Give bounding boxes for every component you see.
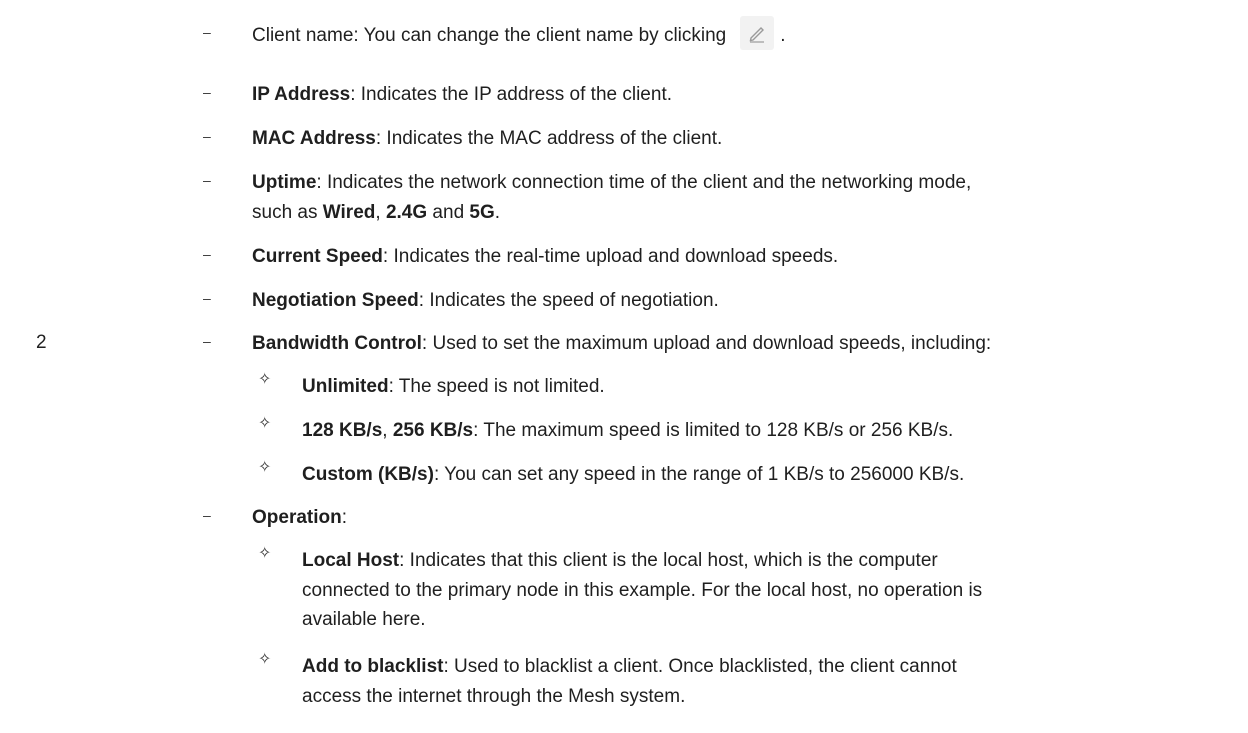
item-uptime-line2: such as Wired, 2.4G and 5G. [252,200,500,226]
ip-address-term: IP Address [252,84,351,105]
negotiation-speed-term: Negotiation Speed [252,290,419,311]
document-page: 2 – Client name: You can change the clie… [0,0,1248,733]
custom-desc: : You can set any speed in the range of … [433,464,965,485]
negotiation-speed-desc: : Indicates the speed of negotiation. [418,290,719,311]
add-to-blacklist-desc: : Used to blacklist a client. Once black… [443,656,957,677]
item-ip-address: IP Address: Indicates the IP address of … [252,82,672,108]
list-dash-marker: – [203,24,211,40]
mac-address-desc: : Indicates the MAC address of the clien… [375,128,723,149]
bandwidth-control-desc: : Used to set the maximum upload and dow… [421,333,992,354]
list-dash-marker: – [203,172,211,188]
pencil-edit-icon [740,16,775,50]
sub-item-add-to-blacklist: Add to blacklist: Used to blacklist a cl… [302,654,957,680]
operation-desc: : [341,507,348,528]
uptime-sep2: and [427,202,470,223]
speed-256-term: 256 KB/s [392,420,474,441]
step-number: 2 [36,332,47,353]
list-dash-marker: – [203,333,211,349]
sub-list-diamond-marker: ✧ [258,459,272,476]
mac-address-term: MAC Address [252,128,376,149]
uptime-mode-5g: 5G [469,202,495,223]
sub-list-diamond-marker: ✧ [258,545,272,562]
uptime-mode-2-4g: 2.4G [385,202,428,223]
current-speed-desc: : Indicates the real-time upload and dow… [382,246,839,267]
sub-item-fixed-speeds: 128 KB/s, 256 KB/s: The maximum speed is… [302,418,953,444]
unlimited-desc: : The speed is not limited. [388,376,605,397]
add-to-blacklist-line2: access the internet through the Mesh sys… [302,686,686,707]
item-bandwidth-control: Bandwidth Control: Used to set the maxim… [252,331,991,357]
item-mac-address: MAC Address: Indicates the MAC address o… [252,126,722,152]
fixed-speeds-desc: : The maximum speed is limited to 128 KB… [473,420,954,441]
local-host-line2: connected to the primary node in this ex… [302,580,983,601]
sub-item-custom: Custom (KB/s): You can set any speed in … [302,462,964,488]
bandwidth-control-term: Bandwidth Control [252,333,422,354]
local-host-line3: available here. [302,609,426,630]
item-uptime: Uptime: Indicates the network connection… [252,170,971,196]
item-client-name: Client name: You can change the client n… [252,16,786,50]
item-current-speed: Current Speed: Indicates the real-time u… [252,244,838,270]
client-name-suffix: . [780,25,786,47]
item-operation: Operation: [252,505,347,531]
speed-128-term: 128 KB/s [302,420,383,441]
sub-list-diamond-marker: ✧ [258,371,272,388]
list-dash-marker: – [203,507,211,523]
local-host-term: Local Host [302,550,400,571]
sub-list-diamond-marker: ✧ [258,651,272,668]
current-speed-term: Current Speed [252,246,383,267]
list-dash-marker: – [203,246,211,262]
unlimited-term: Unlimited [302,376,389,397]
uptime-line2-prefix: such as [252,202,323,223]
client-name-text: Client name: You can change the client n… [252,25,727,47]
item-negotiation-speed: Negotiation Speed: Indicates the speed o… [252,288,719,314]
local-host-desc: : Indicates that this client is the loca… [399,550,938,571]
custom-term: Custom (KB/s) [302,464,434,485]
ip-address-desc: : Indicates the IP address of the client… [350,84,673,105]
sub-item-unlimited: Unlimited: The speed is not limited. [302,374,605,400]
uptime-desc: : Indicates the network connection time … [316,172,972,193]
list-dash-marker: – [203,84,211,100]
uptime-end: . [494,202,501,223]
uptime-mode-wired: Wired [322,202,376,223]
uptime-term: Uptime [252,172,317,193]
sub-item-local-host: Local Host: Indicates that this client i… [302,548,938,574]
list-dash-marker: – [203,128,211,144]
sub-list-diamond-marker: ✧ [258,415,272,432]
uptime-sep1: , [375,202,386,223]
add-to-blacklist-term: Add to blacklist [302,656,444,677]
fixed-speeds-sep: , [382,420,393,441]
list-dash-marker: – [203,290,211,306]
operation-term: Operation [252,507,342,528]
